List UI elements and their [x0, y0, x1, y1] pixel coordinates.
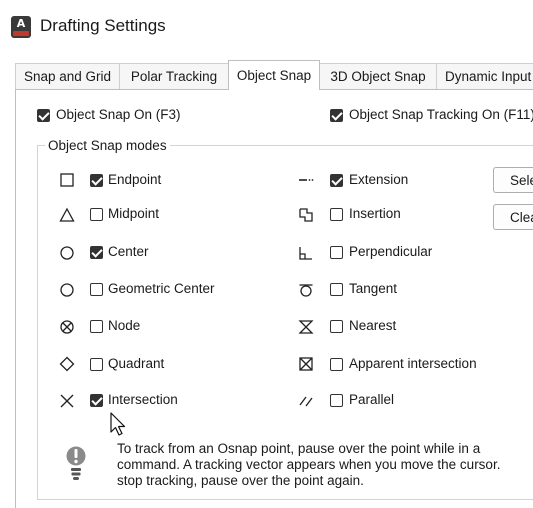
center-label[interactable]: Center [108, 244, 149, 259]
nearest-label[interactable]: Nearest [349, 318, 396, 333]
extension-icon [299, 179, 314, 181]
clear-all-button[interactable]: Clear All [493, 204, 533, 230]
intersection-x-icon [60, 394, 74, 408]
quadrant-diamond-icon [59, 356, 75, 372]
lightbulb-icon [66, 446, 86, 480]
object-snap-tracking-label[interactable]: Object Snap Tracking On (F11) [349, 107, 533, 122]
tab-object-snap[interactable]: Object Snap [228, 60, 320, 90]
midpoint-label[interactable]: Midpoint [108, 206, 159, 221]
intersection-checkbox[interactable] [90, 394, 103, 407]
nearest-checkbox[interactable] [330, 320, 343, 333]
window-title: Drafting Settings [40, 16, 166, 35]
object-snap-modes-title: Object Snap modes [45, 138, 170, 153]
perpendicular-icon [299, 247, 312, 260]
insertion-checkbox[interactable] [330, 208, 343, 221]
intersection-label[interactable]: Intersection [108, 392, 178, 407]
object-snap-on-checkbox[interactable] [37, 109, 50, 122]
geometric-center-label[interactable]: Geometric Center [108, 281, 215, 296]
center-checkbox[interactable] [90, 246, 103, 259]
nearest-icon [298, 320, 314, 334]
node-icon [60, 320, 74, 334]
center-circle-icon [60, 246, 74, 260]
parallel-label[interactable]: Parallel [349, 392, 394, 407]
insertion-icon [299, 208, 313, 222]
hint-line-3: stop tracking, pause over the point agai… [117, 473, 364, 488]
hint-line-2: command. A tracking vector appears when … [117, 457, 501, 472]
hint-line-1: To track from an Osnap point, pause over… [117, 441, 481, 456]
mouse-pointer-icon [110, 412, 126, 436]
quadrant-checkbox[interactable] [90, 358, 103, 371]
perpendicular-checkbox[interactable] [330, 246, 343, 259]
extension-label[interactable]: Extension [349, 172, 408, 187]
title-bar: A Drafting Settings [0, 0, 533, 52]
parallel-icon [299, 396, 313, 407]
perpendicular-label[interactable]: Perpendicular [349, 244, 432, 259]
autocad-app-icon: A [11, 16, 31, 38]
object-snap-tracking-checkbox[interactable] [330, 109, 343, 122]
app-icon-letter: A [16, 17, 26, 30]
extension-checkbox[interactable] [330, 174, 343, 187]
apparent-intersection-icon [299, 357, 313, 371]
apparent-intersection-label[interactable]: Apparent intersection [349, 356, 477, 371]
node-checkbox[interactable] [90, 320, 103, 333]
tangent-label[interactable]: Tangent [349, 281, 397, 296]
node-label[interactable]: Node [108, 318, 140, 333]
geometric-center-checkbox[interactable] [90, 283, 103, 296]
endpoint-square-icon [60, 173, 74, 187]
tangent-checkbox[interactable] [330, 283, 343, 296]
midpoint-checkbox[interactable] [90, 208, 103, 221]
tangent-icon [299, 284, 313, 297]
apparent-intersection-checkbox[interactable] [330, 358, 343, 371]
insertion-label[interactable]: Insertion [349, 206, 401, 221]
tracking-hint-text: To track from an Osnap point, pause over… [117, 441, 533, 489]
tab-snap-and-grid[interactable]: Snap and Grid [15, 63, 120, 89]
select-all-button[interactable]: Select All [493, 167, 533, 193]
quadrant-label[interactable]: Quadrant [108, 356, 164, 371]
endpoint-label[interactable]: Endpoint [108, 172, 161, 187]
geometric-center-circle-icon [60, 283, 74, 297]
tab-polar-tracking[interactable]: Polar Tracking [119, 63, 229, 89]
object-snap-on-label[interactable]: Object Snap On (F3) [56, 107, 181, 122]
midpoint-triangle-icon [59, 207, 75, 222]
parallel-checkbox[interactable] [330, 394, 343, 407]
tab-dynamic-input[interactable]: Dynamic Input [436, 63, 533, 89]
tab-3d-object-snap[interactable]: 3D Object Snap [319, 63, 437, 89]
tab-strip: Snap and Grid Polar Tracking Object Snap… [15, 60, 533, 90]
endpoint-checkbox[interactable] [90, 174, 103, 187]
